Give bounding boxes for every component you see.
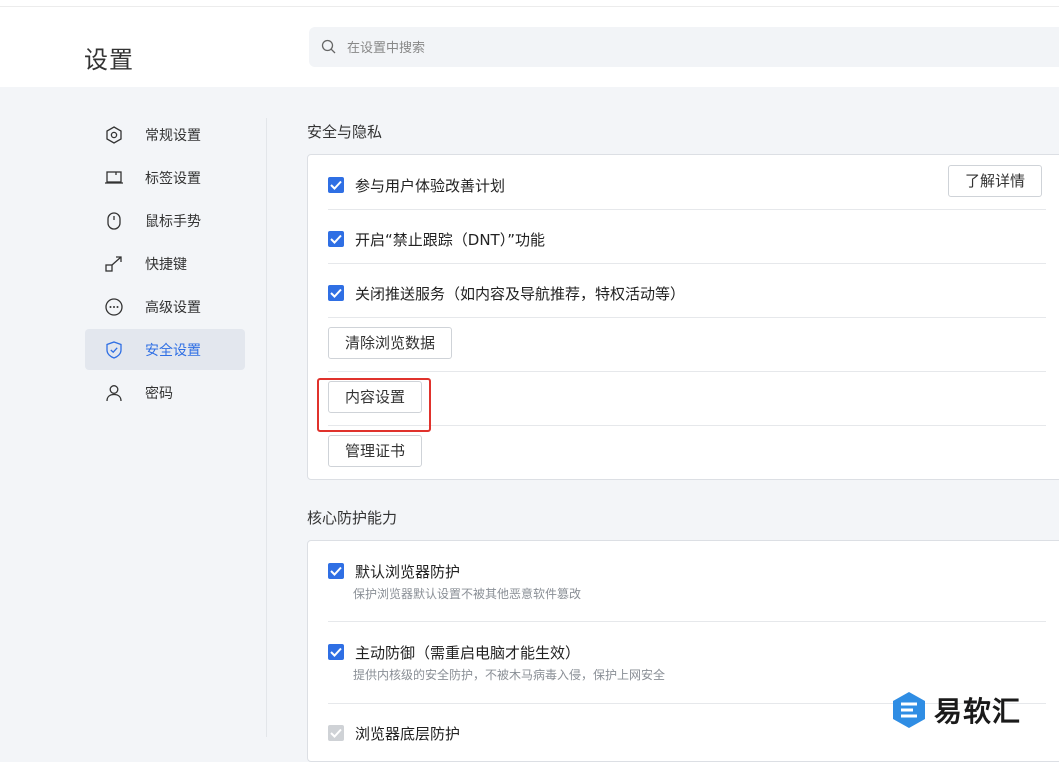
sidebar-item-label: 安全设置: [145, 342, 201, 359]
check-icon: [330, 180, 342, 190]
row-divider: [328, 621, 1046, 622]
sidebar-item-passwords[interactable]: 密码: [85, 372, 245, 413]
dnt-checkbox[interactable]: [328, 231, 344, 247]
sidebar-divider: [266, 118, 267, 737]
active-defense-label: 主动防御（需重启电脑才能生效）: [355, 644, 581, 662]
sidebar-item-label: 快捷键: [145, 256, 187, 273]
section-title-security: 安全与隐私: [307, 123, 383, 141]
row-divider: [328, 209, 1046, 210]
sidebar-nav: 常规设置 标签设置 鼠标手势 快捷键 高级设置 安全设置 密码: [85, 114, 245, 415]
clear-data-button[interactable]: 清除浏览数据: [328, 327, 453, 359]
push-label: 关闭推送服务（如内容及导航推荐，特权活动等）: [355, 285, 686, 303]
shield-check-icon: [106, 341, 122, 359]
sidebar-item-label: 常规设置: [145, 127, 201, 144]
dnt-row: 开启“禁止跟踪（DNT）”功能: [328, 229, 1048, 249]
watermark: 易软汇: [890, 690, 1021, 730]
default-browser-label: 默认浏览器防护: [355, 563, 461, 581]
low-level-label: 浏览器底层防护: [355, 725, 461, 743]
more-circle-icon: [105, 298, 123, 316]
row-divider: [328, 371, 1046, 372]
page-title: 设置: [84, 46, 134, 74]
ux-plan-row: 参与用户体验改善计划: [328, 175, 1048, 195]
hexagon-gear-icon: [106, 126, 122, 144]
dnt-label: 开启“禁止跟踪（DNT）”功能: [355, 231, 545, 249]
header-bar: 设置: [0, 0, 1059, 87]
low-level-checkbox: [328, 725, 344, 741]
manage-certs-button[interactable]: 管理证书: [328, 435, 423, 467]
learn-more-button[interactable]: 了解详情: [948, 165, 1043, 197]
top-divider: [0, 6, 1059, 7]
ux-plan-label: 参与用户体验改善计划: [355, 177, 506, 195]
section-title-core: 核心防护能力: [307, 509, 398, 527]
default-browser-desc: 保护浏览器默认设置不被其他恶意软件篡改: [353, 587, 582, 601]
sidebar-item-tabs[interactable]: 标签设置: [85, 157, 245, 198]
check-icon: [330, 566, 342, 576]
watermark-text: 易软汇: [934, 695, 1022, 728]
sidebar-item-general[interactable]: 常规设置: [85, 114, 245, 155]
active-defense-checkbox[interactable]: [328, 644, 344, 660]
mouse-icon: [107, 212, 121, 230]
check-icon: [330, 647, 342, 657]
default-browser-checkbox[interactable]: [328, 563, 344, 579]
row-divider: [328, 317, 1046, 318]
laptop-icon: [105, 171, 123, 184]
highlight-annotation: [317, 378, 431, 432]
sidebar-item-mouse-gestures[interactable]: 鼠标手势: [85, 200, 245, 241]
search-input[interactable]: [345, 27, 1049, 69]
sidebar-item-security[interactable]: 安全设置: [85, 329, 245, 370]
arrow-out-icon: [105, 256, 122, 272]
row-divider: [328, 425, 1046, 426]
sidebar-item-shortcuts[interactable]: 快捷键: [85, 243, 245, 284]
sidebar-item-label: 高级设置: [145, 299, 201, 316]
ux-plan-checkbox[interactable]: [328, 177, 344, 193]
user-icon: [106, 385, 122, 402]
active-defense-row: 主动防御（需重启电脑才能生效） 提供内核级的安全防护，不被木马病毒入侵，保护上网…: [328, 642, 1048, 682]
active-defense-desc: 提供内核级的安全防护，不被木马病毒入侵，保护上网安全: [353, 668, 666, 682]
logo-icon: [893, 692, 925, 728]
default-browser-row: 默认浏览器防护 保护浏览器默认设置不被其他恶意软件篡改: [328, 561, 1048, 601]
sidebar-item-label: 标签设置: [145, 170, 201, 187]
push-checkbox[interactable]: [328, 285, 344, 301]
row-divider: [328, 263, 1046, 264]
sidebar-item-advanced[interactable]: 高级设置: [85, 286, 245, 327]
search-box[interactable]: [309, 27, 1059, 69]
check-icon: [330, 234, 342, 244]
check-icon: [330, 288, 342, 298]
sidebar-item-label: 鼠标手势: [145, 213, 201, 230]
search-icon: [321, 39, 336, 54]
push-row: 关闭推送服务（如内容及导航推荐，特权活动等）: [328, 283, 1048, 303]
sidebar-item-label: 密码: [145, 385, 173, 402]
